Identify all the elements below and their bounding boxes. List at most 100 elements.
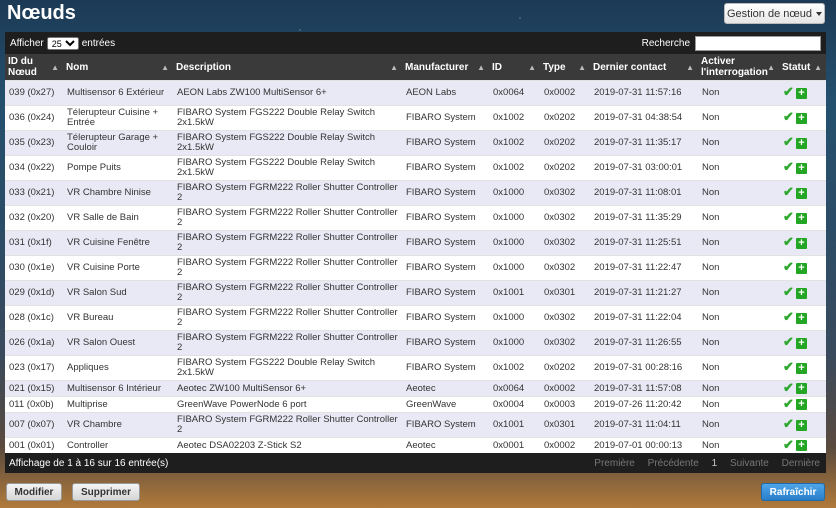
plus-icon[interactable]: + — [795, 137, 807, 149]
table-row[interactable]: 035 (0x23) Télerupteur Garage + Couloir FI… — [5, 130, 826, 156]
table-cell: 0x1002 — [489, 130, 540, 156]
plus-icon[interactable]: + — [795, 312, 807, 324]
page-next[interactable]: Suivante — [728, 458, 771, 469]
page-size-select[interactable]: 25 — [46, 36, 79, 50]
table-cell: VR Chambre Ninise — [63, 180, 173, 206]
column-header[interactable]: Nom ▲ — [63, 54, 173, 81]
plus-icon[interactable]: + — [795, 440, 807, 452]
table-cell: GreenWave PowerNode 6 port — [173, 396, 402, 413]
table-cell: 2019-07-31 11:22:47 — [590, 255, 698, 281]
table-row[interactable]: 031 (0x1f) VR Cuisine Fenêtre FIBARO Syste… — [5, 230, 826, 256]
page-previous[interactable]: Précédente — [646, 458, 701, 469]
table-cell: FIBARO System FGS222 Double Relay Switch… — [173, 130, 402, 156]
plus-icon[interactable]: + — [795, 419, 807, 431]
table-cell: Télerupteur Cuisine + Entrée — [63, 105, 173, 131]
column-header[interactable]: Dernier contact ▲ — [590, 54, 698, 81]
sort-icon: ▲ — [767, 63, 775, 72]
status-cell: ✔ + — [779, 412, 826, 438]
table-row[interactable]: 023 (0x17) Appliques FIBARO System FGS222 … — [5, 355, 826, 381]
table-row[interactable]: 021 (0x15) Multisensor 6 Intérieur Aeotec … — [5, 380, 826, 397]
sort-icon: ▲ — [686, 63, 694, 72]
table-cell: Controller — [63, 437, 173, 453]
table-row[interactable]: 036 (0x24) Télerupteur Cuisine + Entrée FI… — [5, 105, 826, 131]
plus-icon[interactable]: + — [795, 162, 807, 174]
plus-icon[interactable]: + — [795, 212, 807, 224]
table-row[interactable]: 007 (0x07) VR Chambre FIBARO System FGRM22… — [5, 412, 826, 438]
status-cell: ✔ + — [779, 155, 826, 181]
table-row[interactable]: 028 (0x1c) VR Bureau FIBARO System FGRM222… — [5, 305, 826, 331]
search-label: Recherche — [641, 37, 690, 49]
table-row[interactable]: 011 (0x0b) Multiprise GreenWave PowerNode … — [5, 396, 826, 413]
table-cell: Non — [698, 255, 779, 281]
table-row[interactable]: 030 (0x1e) VR Cuisine Porte FIBARO System … — [5, 255, 826, 281]
table-cell: Non — [698, 180, 779, 206]
table-cell: 028 (0x1c) — [5, 305, 63, 331]
delete-button[interactable]: Supprimer — [72, 483, 140, 501]
column-header[interactable]: Statut ▲ — [779, 54, 826, 81]
column-header[interactable]: ID ▲ — [489, 54, 540, 81]
check-icon: ✔ — [783, 416, 794, 431]
plus-icon[interactable]: + — [795, 87, 807, 99]
table-cell: FIBARO System FGS222 Double Relay Switch… — [173, 105, 402, 131]
search-input[interactable] — [695, 35, 821, 51]
column-header-label: Activer l'interrogation — [701, 56, 768, 78]
table-row[interactable]: 029 (0x1d) VR Salon Sud FIBARO System FGRM… — [5, 280, 826, 306]
plus-icon[interactable]: + — [795, 399, 807, 411]
plus-icon[interactable]: + — [795, 187, 807, 199]
table-cell: Pompe Puits — [63, 155, 173, 181]
status-cell: ✔ + — [779, 355, 826, 381]
column-header-label: ID du Nœud — [8, 56, 37, 78]
show-label: Afficher — [10, 37, 44, 49]
table-cell: Télerupteur Garage + Couloir — [63, 130, 173, 156]
table-row[interactable]: 032 (0x20) VR Salle de Bain FIBARO System … — [5, 205, 826, 231]
table-cell: 011 (0x0b) — [5, 396, 63, 413]
table-row[interactable]: 034 (0x22) Pompe Puits FIBARO System FGS22… — [5, 155, 826, 181]
table-cell: Non — [698, 230, 779, 256]
column-header[interactable]: Type ▲ — [540, 54, 590, 81]
column-header[interactable]: Manufacturer ▲ — [402, 54, 489, 81]
table-cell: 2019-07-31 11:57:08 — [590, 380, 698, 397]
column-header[interactable]: ID du Nœud ▲ — [5, 54, 63, 81]
modify-button[interactable]: Modifier — [6, 483, 62, 501]
table-row[interactable]: 033 (0x21) VR Chambre Ninise FIBARO System… — [5, 180, 826, 206]
nodes-panel: Afficher 25 entrées Recherche ID du Nœud… — [5, 32, 826, 480]
table-cell: 2019-07-31 11:08:01 — [590, 180, 698, 206]
table-cell: 0x0202 — [540, 355, 590, 381]
table-cell: 034 (0x22) — [5, 155, 63, 181]
refresh-button[interactable]: Rafraîchir — [761, 483, 825, 501]
status-cell: ✔ + — [779, 280, 826, 306]
page-current[interactable]: 1 — [710, 458, 720, 469]
check-icon: ✔ — [783, 159, 794, 174]
table-cell: 035 (0x23) — [5, 130, 63, 156]
column-header[interactable]: Description ▲ — [173, 54, 402, 81]
table-cell: AEON Labs — [402, 80, 489, 106]
table-cell: 030 (0x1e) — [5, 255, 63, 281]
plus-icon[interactable]: + — [795, 362, 807, 374]
table-cell: 031 (0x1f) — [5, 230, 63, 256]
table-cell: FIBARO System FGRM222 Roller Shutter Con… — [173, 255, 402, 281]
plus-icon[interactable]: + — [795, 262, 807, 274]
check-icon: ✔ — [783, 259, 794, 274]
check-icon: ✔ — [783, 209, 794, 224]
column-header[interactable]: Activer l'interrogation ▲ — [698, 54, 779, 81]
table-cell: 0x1001 — [489, 412, 540, 438]
table-cell: FIBARO System — [402, 412, 489, 438]
check-icon: ✔ — [783, 84, 794, 99]
plus-icon[interactable]: + — [795, 112, 807, 124]
plus-icon[interactable]: + — [795, 287, 807, 299]
plus-icon[interactable]: + — [795, 337, 807, 349]
table-cell: FIBARO System — [402, 180, 489, 206]
status-cell: ✔ + — [779, 180, 826, 206]
page-last[interactable]: Dernière — [780, 458, 822, 469]
page-title: Nœuds — [7, 2, 76, 24]
table-row[interactable]: 026 (0x1a) VR Salon Ouest FIBARO System FG… — [5, 330, 826, 356]
page-first[interactable]: Première — [592, 458, 637, 469]
plus-icon[interactable]: + — [795, 383, 807, 395]
table-row[interactable]: 039 (0x27) Multisensor 6 Extérieur AEON La… — [5, 80, 826, 106]
table-cell: 0x0302 — [540, 255, 590, 281]
table-cell: 007 (0x07) — [5, 412, 63, 438]
node-management-button[interactable]: Gestion de nœud — [724, 3, 825, 24]
table-row[interactable]: 001 (0x01) Controller Aeotec DSA02203 Z-St… — [5, 437, 826, 453]
table-cell: Non — [698, 205, 779, 231]
plus-icon[interactable]: + — [795, 237, 807, 249]
